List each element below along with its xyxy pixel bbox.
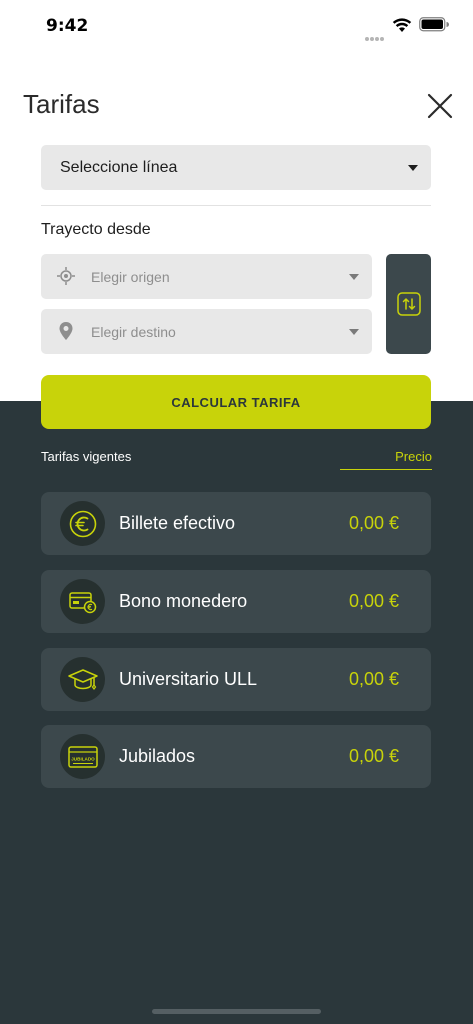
- line-select-label: Seleccione línea: [60, 159, 178, 176]
- status-time: 9:42: [46, 16, 89, 36]
- line-select[interactable]: Seleccione línea: [41, 145, 431, 190]
- tariff-price: 0,00 €: [348, 669, 399, 689]
- tab-price-label: Precio: [395, 449, 432, 464]
- graduation-cap-icon: [67, 668, 98, 690]
- destination-placeholder: Elegir destino: [91, 324, 176, 340]
- tariff-icon-badge: [60, 501, 105, 546]
- tariff-price: 0,00 €: [348, 746, 399, 766]
- location-target-icon: [57, 267, 75, 285]
- swap-arrows-icon: [397, 292, 421, 316]
- calculate-tariff-button[interactable]: CALCULAR TARIFA: [41, 375, 431, 429]
- swap-route-button[interactable]: [386, 254, 431, 354]
- tariff-icon-badge: [60, 579, 105, 624]
- chevron-down-icon: [349, 329, 359, 335]
- close-icon: [427, 93, 453, 119]
- map-pin-icon: [59, 322, 73, 340]
- destination-select[interactable]: Elegir destino: [41, 309, 372, 354]
- route-section-label: Trayecto desde: [41, 221, 151, 238]
- tariff-item[interactable]: Universitario ULL 0,00 €: [41, 648, 431, 711]
- close-button[interactable]: [424, 90, 456, 122]
- status-bar: 9:42: [0, 0, 473, 52]
- tariffs-list-title: Tarifas vigentes: [41, 449, 132, 464]
- origin-placeholder: Elegir origen: [91, 269, 170, 285]
- tariff-item[interactable]: Bono monedero 0,00 €: [41, 570, 431, 633]
- tab-price[interactable]: Precio: [340, 448, 432, 470]
- tariff-icon-badge: [60, 657, 105, 702]
- tariff-icon-badge: JUBILADO: [60, 734, 105, 779]
- tariff-item[interactable]: JUBILADO Jubilados 0,00 €: [41, 725, 431, 788]
- tariff-price: 0,00 €: [348, 591, 399, 611]
- tariff-name: Bono monedero: [119, 591, 248, 611]
- tariff-name: Billete efectivo: [119, 513, 236, 533]
- page-title: Tarifas: [23, 89, 100, 119]
- jubilado-card-icon: JUBILADO: [67, 745, 98, 768]
- home-indicator: [152, 1009, 321, 1014]
- divider: [41, 205, 431, 206]
- wallet-card-icon: [68, 591, 96, 613]
- chevron-down-icon: [408, 165, 418, 171]
- signal-icon: [365, 28, 385, 46]
- jubilado-card-text: JUBILADO: [71, 756, 95, 761]
- tariff-price: 0,00 €: [348, 513, 399, 533]
- origin-select[interactable]: Elegir origen: [41, 254, 372, 299]
- battery-icon: [419, 17, 449, 32]
- tariff-name: Jubilados: [119, 746, 196, 766]
- euro-icon: [69, 510, 96, 537]
- tariff-name: Universitario ULL: [119, 669, 258, 689]
- chevron-down-icon: [349, 274, 359, 280]
- tariff-item[interactable]: Billete efectivo 0,00 €: [41, 492, 431, 555]
- wifi-icon: [392, 18, 412, 32]
